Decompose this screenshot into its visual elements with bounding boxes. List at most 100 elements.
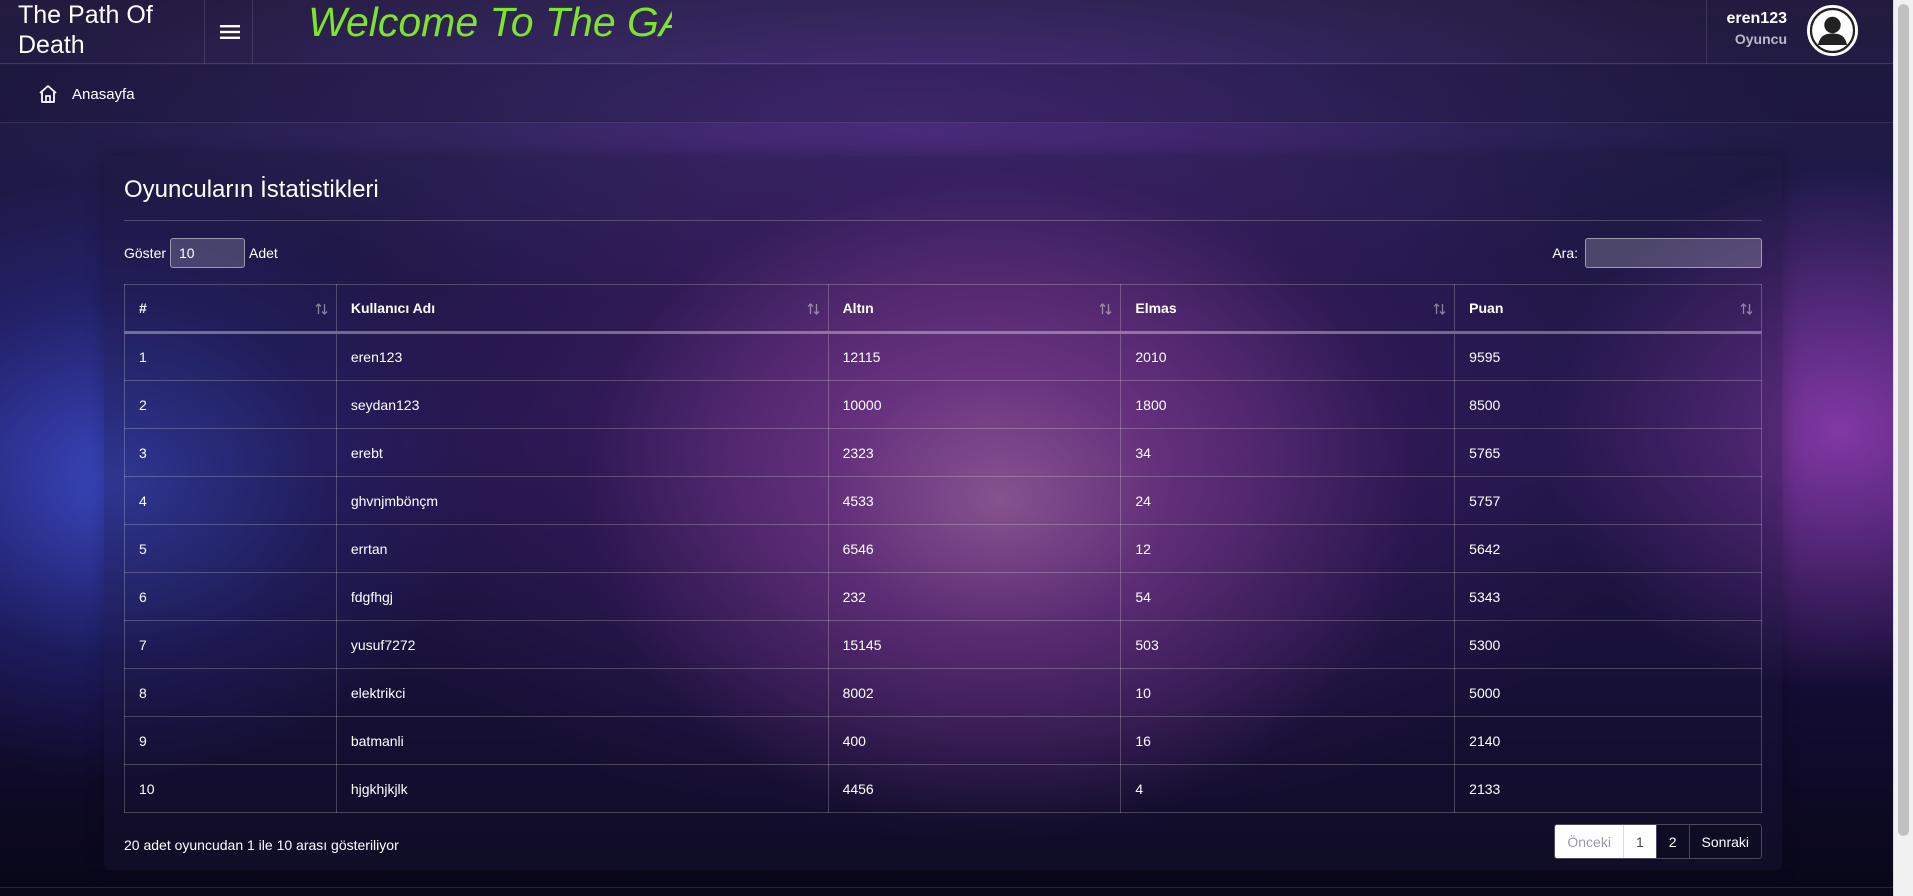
table-row: 8 elektrikci 8002 10 5000: [124, 668, 1762, 717]
cell-gold: 4533: [827, 476, 1122, 525]
column-header-rank[interactable]: #: [124, 284, 337, 334]
cell-rank: 2: [124, 380, 337, 429]
table-row: 6 fdgfhgj 232 54 5343: [124, 572, 1762, 621]
cell-diamond: 12: [1120, 524, 1456, 573]
avatar[interactable]: [1807, 5, 1858, 56]
pagination-page-2[interactable]: 2: [1655, 825, 1689, 858]
column-header-label: Kullanıcı Adı: [350, 300, 436, 316]
cell-diamond: 34: [1120, 428, 1456, 477]
column-header-gold[interactable]: Altın: [827, 284, 1122, 334]
cell-diamond: 10: [1120, 668, 1456, 717]
cell-score: 2140: [1454, 716, 1762, 765]
page-length-input[interactable]: [170, 238, 246, 268]
footer-divider: [0, 887, 1893, 888]
cell-gold: 12115: [827, 332, 1122, 381]
cell-gold: 4456: [827, 764, 1122, 813]
column-header-score[interactable]: Puan: [1454, 284, 1762, 334]
sort-arrows-icon: [1099, 303, 1112, 315]
cell-diamond: 503: [1120, 620, 1456, 669]
user-role: Oyuncu: [1734, 31, 1787, 47]
cell-rank: 10: [124, 764, 337, 813]
cell-diamond: 54: [1120, 572, 1456, 621]
table-info: 20 adet oyuncudan 1 ile 10 arası gösteri…: [124, 837, 399, 853]
cell-username: fdgfhgj: [335, 572, 829, 621]
top-header: The Path Of Death Welcome To The GAME er…: [0, 0, 1893, 64]
cell-diamond: 24: [1120, 476, 1456, 525]
cell-rank: 6: [124, 572, 337, 621]
page-scrollbar[interactable]: [1893, 0, 1913, 896]
cell-diamond: 2010: [1120, 332, 1456, 381]
cell-rank: 5: [124, 524, 337, 573]
table-row: 10 hjgkhjkjlk 4456 4 2133: [124, 764, 1762, 813]
cell-diamond: 4: [1120, 764, 1456, 813]
column-header-label: Altın: [842, 300, 874, 316]
welcome-marquee: Welcome To The GAME: [308, 0, 672, 44]
player-stats-table: # Kullanıcı Adı Altın Elmas Puan 1 eren1…: [124, 284, 1762, 813]
cell-score: 5343: [1454, 572, 1762, 621]
cell-score: 5300: [1454, 620, 1762, 669]
home-icon: [39, 85, 57, 103]
cell-gold: 8002: [827, 668, 1122, 717]
menu-toggle-button[interactable]: [207, 0, 253, 64]
hamburger-menu-icon: [219, 25, 240, 39]
table-row: 1 eren123 12115 2010 9595: [124, 332, 1762, 381]
cell-gold: 232: [827, 572, 1122, 621]
cell-score: 5757: [1454, 476, 1762, 525]
cell-rank: 4: [124, 476, 337, 525]
search-input[interactable]: [1585, 238, 1762, 268]
search-label: Ara:: [1552, 245, 1578, 261]
cell-diamond: 1800: [1120, 380, 1456, 429]
pagination: Önceki 1 2 Sonraki: [1554, 824, 1762, 859]
table-row: 9 batmanli 400 16 2140: [124, 716, 1762, 765]
cell-gold: 2323: [827, 428, 1122, 477]
user-avatar-icon: [1809, 7, 1856, 54]
sort-arrows-icon: [1740, 303, 1753, 315]
panel-title: Oyuncuların İstatistikleri: [124, 176, 379, 203]
cell-diamond: 16: [1120, 716, 1456, 765]
cell-username: hjgkhjkjlk: [335, 764, 829, 813]
cell-score: 8500: [1454, 380, 1762, 429]
page-length-control: Göster Adet: [124, 238, 278, 268]
pagination-next-button[interactable]: Sonraki: [1688, 825, 1761, 858]
column-header-label: Puan: [1469, 300, 1504, 316]
column-header-diamond[interactable]: Elmas: [1120, 284, 1456, 334]
cell-username: errtan: [335, 524, 829, 573]
brand-title[interactable]: The Path Of Death: [18, 0, 188, 60]
cell-score: 9595: [1454, 332, 1762, 381]
pagination-page-1[interactable]: 1: [1622, 825, 1656, 858]
cell-gold: 400: [827, 716, 1122, 765]
user-name: eren123: [1726, 10, 1788, 27]
table-row: 7 yusuf7272 15145 503 5300: [124, 620, 1762, 669]
cell-username: ghvnjmbönçm: [335, 476, 829, 525]
cell-username: seydan123: [335, 380, 829, 429]
cell-username: erebt: [335, 428, 829, 477]
table-row: 5 errtan 6546 12 5642: [124, 524, 1762, 573]
cell-score: 5765: [1454, 428, 1762, 477]
table-row: 3 erebt 2323 34 5765: [124, 428, 1762, 477]
brand: The Path Of Death: [0, 0, 205, 64]
cell-gold: 6546: [827, 524, 1122, 573]
cell-username: batmanli: [335, 716, 829, 765]
player-stats-panel: Oyuncuların İstatistikleri Göster Adet A…: [104, 156, 1782, 870]
column-header-username[interactable]: Kullanıcı Adı: [335, 284, 829, 334]
pagination-previous-button[interactable]: Önceki: [1555, 825, 1623, 858]
search-control: Ara:: [1552, 238, 1762, 268]
table-row: 2 seydan123 10000 1800 8500: [124, 380, 1762, 429]
length-label-after: Adet: [249, 245, 278, 261]
breadcrumb-label: Anasayfa: [72, 85, 135, 103]
cell-rank: 7: [124, 620, 337, 669]
panel-divider: [124, 220, 1762, 221]
scrollbar-thumb[interactable]: [1898, 4, 1909, 836]
cell-username: yusuf7272: [335, 620, 829, 669]
table-row: 4 ghvnjmbönçm 4533 24 5757: [124, 476, 1762, 525]
user-menu[interactable]: eren123 Oyuncu: [1706, 0, 1893, 64]
sort-arrows-icon: [807, 303, 820, 315]
sort-arrows-icon: [1433, 303, 1446, 315]
column-header-label: Elmas: [1135, 300, 1177, 316]
breadcrumb-home[interactable]: Anasayfa: [38, 83, 135, 105]
breadcrumb: Anasayfa: [0, 65, 1893, 123]
sort-arrows-icon: [315, 303, 328, 315]
cell-gold: 15145: [827, 620, 1122, 669]
table-header-row: # Kullanıcı Adı Altın Elmas Puan: [124, 284, 1762, 334]
cell-score: 5642: [1454, 524, 1762, 573]
